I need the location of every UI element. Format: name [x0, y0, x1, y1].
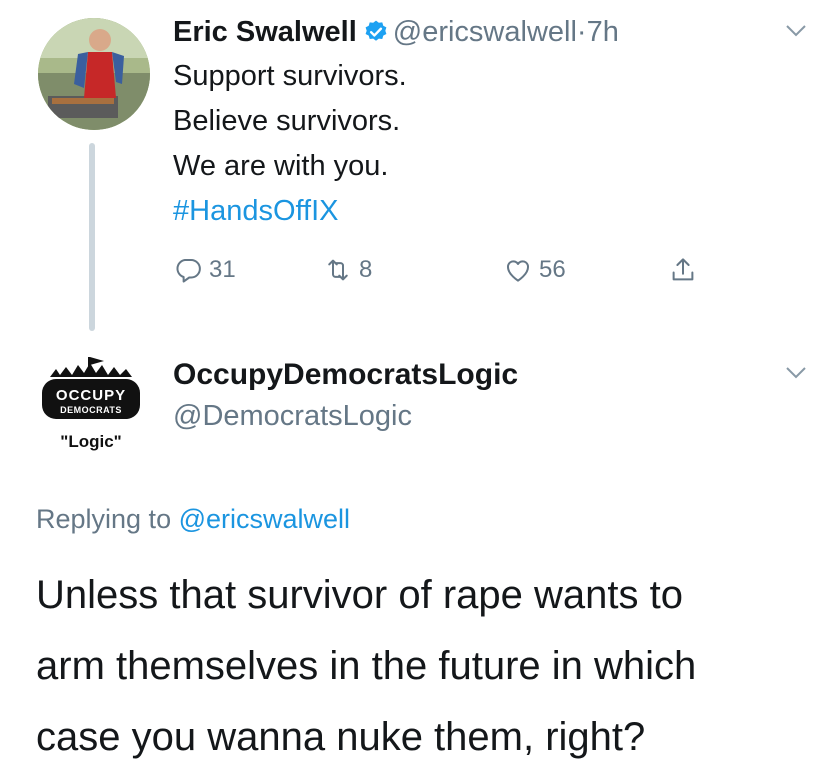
replying-to-line: Replying to @ericswalwell: [36, 502, 350, 536]
replying-to-label: Replying to: [36, 504, 172, 534]
tweet2-author-handle[interactable]: @DemocratsLogic: [173, 398, 412, 434]
chevron-down-icon[interactable]: [785, 24, 807, 38]
replying-to-mention-link[interactable]: @ericswalwell: [179, 504, 350, 534]
tweet1-line-1: Support survivors.: [173, 60, 407, 92]
tweet2-line-1: Unless that survivor of rape wants to: [36, 573, 683, 617]
tweet1-action-bar: 31 8 56: [173, 253, 733, 287]
reply-count: 31: [209, 256, 236, 283]
tweet1-line-3: We are with you.: [173, 150, 389, 182]
reply-button[interactable]: 31: [173, 253, 236, 287]
like-count: 56: [539, 256, 566, 283]
retweet-count: 8: [359, 256, 373, 283]
share-icon: [672, 258, 694, 281]
tweet1-timestamp[interactable]: 7h: [587, 16, 619, 48]
retweet-icon: [328, 259, 348, 281]
democrats-logo-text: DEMOCRATS: [60, 405, 122, 415]
tweet1-author-name[interactable]: Eric Swalwell: [173, 16, 357, 48]
tweet1-line-2: Believe survivors.: [173, 105, 401, 137]
tweet2-author-name[interactable]: OccupyDemocratsLogic: [173, 356, 518, 394]
heart-icon: [507, 260, 529, 282]
share-button[interactable]: [668, 253, 704, 287]
avatar-occupy-democrats-logic[interactable]: OCCUPY DEMOCRATS "Logic": [30, 355, 152, 455]
retweet-button[interactable]: 8: [323, 253, 372, 287]
tweet1-separator: ·: [576, 16, 587, 48]
occupy-logo-text: OCCUPY: [56, 387, 126, 404]
reply-icon: [176, 259, 201, 283]
tweet1-header: Eric Swalwell @ericswalwell·7h: [173, 14, 619, 50]
tweet2-line-3: case you wanna nuke them, right?: [36, 715, 646, 759]
tweet2-line-2: arm themselves in the future in which: [36, 644, 697, 688]
avatar-eric-swalwell[interactable]: [38, 18, 150, 130]
like-button[interactable]: 56: [503, 253, 566, 287]
chevron-down-icon[interactable]: [785, 366, 807, 380]
verified-badge-icon: [363, 18, 389, 44]
thread-connector-line: [89, 143, 95, 331]
tweet1-hashtag-link[interactable]: #HandsOffIX: [173, 189, 407, 234]
tweet1-author-handle[interactable]: @ericswalwell: [393, 16, 577, 48]
tweet1-text: Support survivors. Believe survivors. We…: [173, 54, 407, 234]
tweet2-text: Unless that survivor of rape wants to ar…: [36, 560, 816, 773]
logic-caption-text: "Logic": [60, 432, 121, 451]
